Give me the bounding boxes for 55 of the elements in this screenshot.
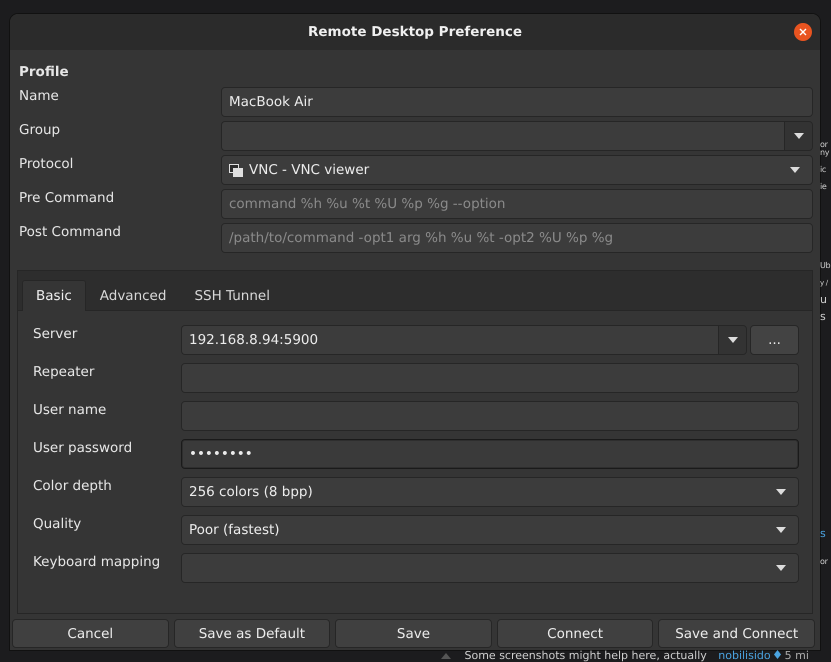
caret-icon xyxy=(776,527,786,533)
dialog-button[interactable]: Save and Connect xyxy=(658,619,815,648)
text-fragment: or xyxy=(820,139,829,150)
comment-text: Some screenshots might help here, actually xyxy=(464,649,707,662)
browse-button[interactable]: ... xyxy=(750,325,799,355)
dialog-button[interactable]: Save as Default xyxy=(174,619,330,648)
field-label: Repeater xyxy=(33,363,96,380)
field-label: Protocol xyxy=(19,155,74,172)
tab[interactable]: Basic xyxy=(22,280,86,311)
caret-icon xyxy=(776,489,786,495)
comment-time: 5 mi xyxy=(784,649,809,662)
field-label: Name xyxy=(19,87,60,104)
caret-icon xyxy=(794,133,804,139)
command-field[interactable]: command %h %u %t %U %p %g --option xyxy=(221,189,813,219)
dropdown[interactable]: Poor (fastest) xyxy=(181,515,799,545)
tab[interactable]: Advanced xyxy=(86,280,180,311)
command-field[interactable]: /path/to/command -opt1 arg %h %u %t -opt2 %U %p %g xyxy=(221,223,813,253)
window-title: Remote Desktop Preference xyxy=(308,24,522,40)
text-fragment: ie xyxy=(820,181,828,193)
text-fragment: ic xyxy=(820,164,828,176)
dialog-button[interactable]: Connect xyxy=(496,619,654,648)
field-label: Color depth xyxy=(33,477,113,494)
caret-icon xyxy=(790,167,800,173)
upvote-icon[interactable] xyxy=(441,653,451,659)
field-label: Pre Command xyxy=(19,189,116,206)
field-label: Quality xyxy=(33,515,82,532)
field-label: Server xyxy=(33,325,78,342)
close-button[interactable] xyxy=(794,23,812,41)
close-icon xyxy=(799,28,807,36)
field-label: User name xyxy=(33,401,108,418)
dropdown[interactable]: 256 colors (8 bpp) xyxy=(181,477,799,507)
diamond-icon xyxy=(774,650,782,659)
dropdown[interactable]: VNC - VNC viewer xyxy=(221,155,813,185)
section-heading: Profile xyxy=(19,64,70,82)
dropdown-button[interactable] xyxy=(718,325,747,355)
text-fragment: or xyxy=(820,556,829,568)
dialog-button[interactable]: Save xyxy=(335,619,492,648)
text-field[interactable]: MacBook Air xyxy=(221,87,813,117)
text-fragment: Ub xyxy=(820,260,831,272)
dropdown-button[interactable] xyxy=(784,121,813,151)
field-label: Post Command xyxy=(19,223,122,240)
link-fragment[interactable]: s xyxy=(820,526,831,542)
combo-field[interactable]: 192.168.8.94:5900 xyxy=(181,325,718,355)
field-label: Keyboard mapping xyxy=(33,553,162,570)
dialog-button[interactable]: Cancel xyxy=(12,619,169,648)
text-fragment: s xyxy=(820,309,826,325)
text-fragment: u xyxy=(820,292,828,308)
caret-icon xyxy=(776,565,786,571)
field-label: Group xyxy=(19,121,62,138)
text-field[interactable]: •••••••• xyxy=(181,439,799,469)
caret-icon xyxy=(728,337,738,343)
author-link[interactable]: nobilisido xyxy=(718,649,771,662)
tab[interactable]: SSH Tunnel xyxy=(180,280,284,311)
dropdown[interactable] xyxy=(181,553,799,583)
field-label: User password xyxy=(33,439,134,456)
